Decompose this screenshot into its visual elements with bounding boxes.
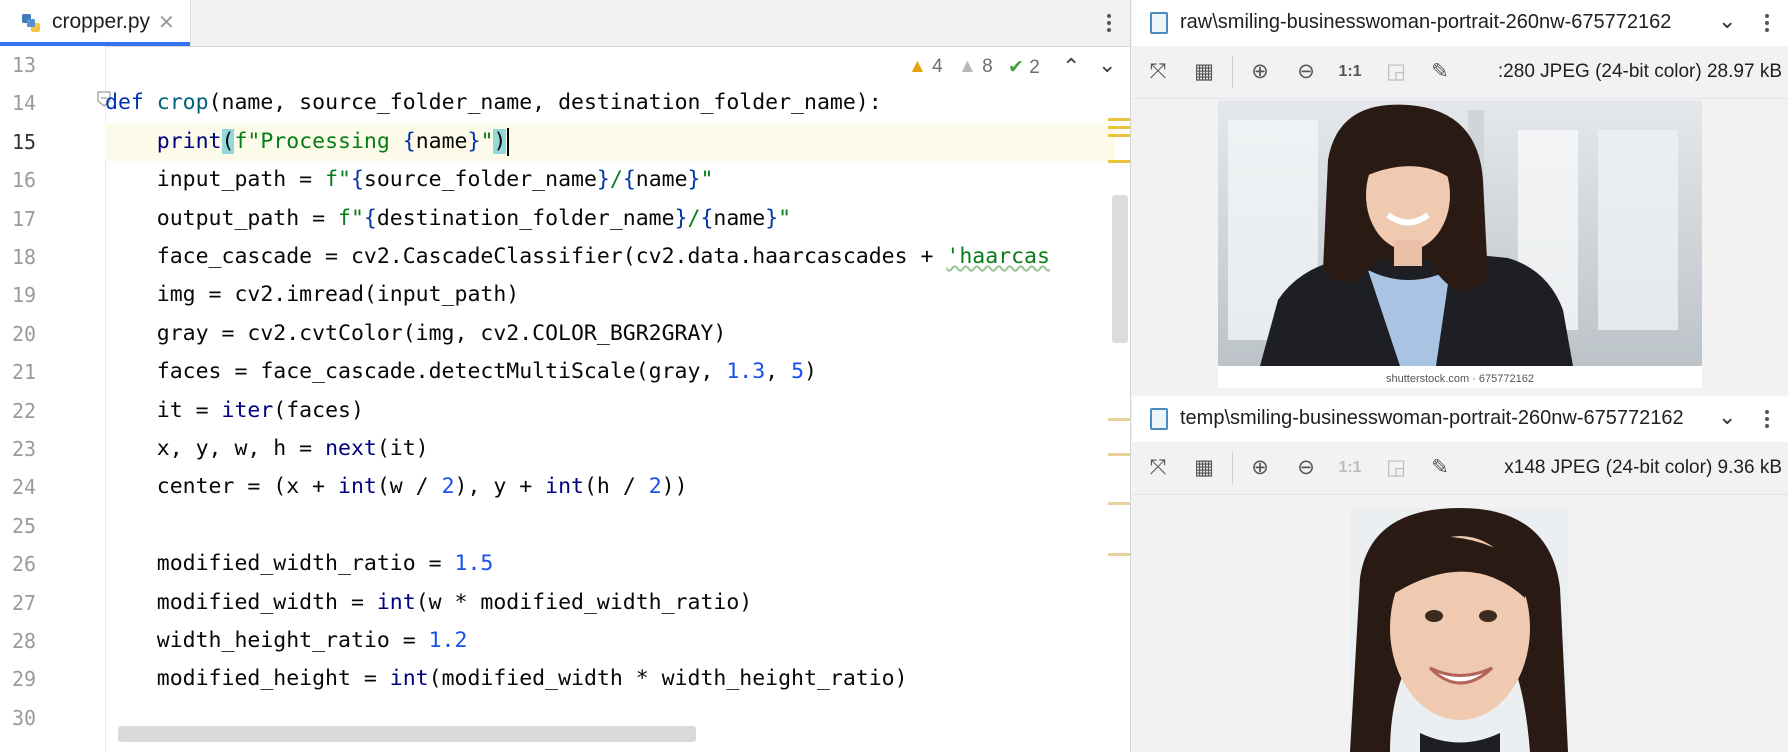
python-file-icon — [22, 14, 40, 32]
line-number: 19 — [12, 283, 37, 308]
error-stripe-mark[interactable] — [1108, 553, 1130, 556]
line-number-gutter: 13 14 15 16 17 18 19 20 21 22 23 24 25 2… — [0, 46, 111, 752]
tab-label: cropper.py — [52, 10, 151, 33]
toolbar-separator — [1232, 452, 1233, 484]
line-number: 21 — [12, 360, 37, 385]
line-number: 28 — [12, 629, 37, 653]
more-actions-icon[interactable] — [1106, 12, 1112, 36]
zoom-in-icon[interactable]: ⊕ — [1248, 60, 1272, 84]
fit-zoom-icon[interactable]: ◲ — [1384, 60, 1408, 84]
image-tab-title: temp\smiling-businesswoman-portrait-260n… — [1180, 407, 1684, 429]
color-picker-icon[interactable]: ✎ — [1428, 456, 1452, 480]
toolbar-separator — [1232, 56, 1233, 88]
line-number: 17 — [12, 206, 37, 231]
error-stripe-mark[interactable] — [1108, 160, 1130, 163]
vertical-scrollbar[interactable] — [1112, 195, 1128, 343]
code-line-16: input_path = f"{source_folder_name}/{nam… — [156, 167, 714, 193]
image-info: :280 JPEG (24-bit color) 28.97 kB — [1497, 61, 1782, 82]
fit-zoom-icon[interactable]: ◲ — [1384, 456, 1408, 480]
code-line-26: modified_width_ratio = 1.5 — [156, 551, 494, 577]
code-line-17: output_path = f"{destination_folder_name… — [156, 205, 792, 231]
cropped-face-photo — [1350, 508, 1568, 752]
line-number: 14 — [12, 91, 37, 116]
code-line-21: faces = face_cascade.detectMultiScale(gr… — [156, 359, 817, 385]
image-preview-temp — [1350, 508, 1568, 752]
image-tab-title: raw\smiling-businesswoman-portrait-260nw… — [1180, 11, 1672, 33]
code-editor[interactable]: cropper.py ✕ ▲ 4 ▲ 8 ✔ 2 ⌃ ⌄ 13 14 15 16… — [0, 0, 1131, 752]
line-number: 30 — [12, 705, 37, 730]
code-area[interactable]: def crop(name, source_folder_name, desti… — [105, 46, 1115, 752]
zoom-out-icon[interactable]: ⊖ — [1294, 60, 1318, 84]
image-toolbar: ⤧ ▦ ⊕ ⊖ 1:1 ◲ ✎ x148 JPEG (24-bit color)… — [1132, 442, 1788, 495]
image-viewer-raw: raw\smiling-businesswoman-portrait-260nw… — [1132, 0, 1788, 394]
line-number: 22 — [12, 398, 37, 423]
close-tab-icon[interactable]: ✕ — [158, 10, 175, 35]
fit-to-window-icon[interactable]: ⤧ — [1146, 60, 1170, 84]
code-line-18: face_cascade = cv2.CascadeClassifier(cv2… — [156, 244, 1050, 269]
code-line-15: print(f"Processing {name}") — [105, 122, 1115, 162]
line-number: 16 — [12, 168, 37, 193]
editor-tab-bar: cropper.py ✕ — [0, 0, 1130, 47]
code-line-23: x, y, w, h = next(it) — [156, 436, 429, 461]
image-tab-raw[interactable]: raw\smiling-businesswoman-portrait-260nw… — [1132, 0, 1788, 47]
line-number: 24 — [12, 475, 37, 500]
image-tab-temp[interactable]: temp\smiling-businesswoman-portrait-260n… — [1132, 396, 1788, 443]
code-line-28: width_height_ratio = 1.2 — [156, 628, 468, 653]
image-viewer-temp: temp\smiling-businesswoman-portrait-260n… — [1132, 396, 1788, 752]
zoom-in-icon[interactable]: ⊕ — [1248, 456, 1272, 480]
line-number: 18 — [12, 245, 37, 269]
grid-icon[interactable]: ▦ — [1192, 60, 1216, 84]
line-number: 26 — [12, 552, 37, 577]
code-line-24: center = (x + int(w / 2), y + int(h / 2)… — [156, 474, 688, 500]
more-actions-icon[interactable] — [1764, 12, 1770, 36]
watermark-text: shutterstock.com · 675772162 — [1386, 373, 1534, 385]
code-line-29: modified_height = int(modified_width * w… — [156, 666, 908, 692]
zoom-out-icon[interactable]: ⊖ — [1294, 456, 1318, 480]
more-actions-icon[interactable] — [1764, 408, 1770, 432]
businesswoman-photo: shutterstock.com · 675772162 — [1218, 100, 1702, 388]
horizontal-scrollbar[interactable] — [118, 726, 696, 742]
line-number: 23 — [12, 437, 37, 461]
line-number: 27 — [12, 590, 37, 615]
error-stripe-mark[interactable] — [1108, 134, 1130, 137]
image-toolbar: ⤧ ▦ ⊕ ⊖ 1:1 ◲ ✎ :280 JPEG (24-bit color)… — [1132, 46, 1788, 99]
fit-to-window-icon[interactable]: ⤧ — [1146, 456, 1170, 480]
error-stripe-mark[interactable] — [1108, 118, 1130, 121]
line-number: 29 — [12, 667, 37, 692]
tab-cropper-py[interactable]: cropper.py ✕ — [0, 0, 191, 46]
error-stripe-mark[interactable] — [1108, 126, 1130, 129]
grid-icon[interactable]: ▦ — [1192, 456, 1216, 480]
error-stripe-mark[interactable] — [1108, 502, 1130, 505]
chevron-down-icon[interactable]: ⌄ — [1718, 404, 1736, 430]
line-number: 13 — [12, 53, 37, 77]
image-file-icon — [1150, 408, 1168, 430]
code-line-20: gray = cv2.cvtColor(img, cv2.COLOR_BGR2G… — [156, 320, 727, 346]
actual-size-button[interactable]: 1:1 — [1338, 60, 1362, 84]
error-stripe-mark[interactable] — [1108, 418, 1130, 421]
actual-size-button[interactable]: 1:1 — [1338, 456, 1362, 480]
code-line-27: modified_width = int(w * modified_width_… — [156, 589, 753, 615]
image-preview-raw: shutterstock.com · 675772162 — [1218, 100, 1702, 388]
image-file-icon — [1150, 12, 1168, 34]
code-line-22: it = iter(faces) — [156, 397, 364, 423]
text-caret — [507, 127, 510, 156]
code-line-19: img = cv2.imread(input_path) — [156, 282, 520, 308]
matched-paren: ) — [493, 128, 507, 154]
matched-paren: ( — [221, 128, 235, 154]
error-stripe-mark[interactable] — [1108, 453, 1130, 456]
line-number: 25 — [12, 513, 37, 538]
code-line-14: def crop(name, source_folder_name, desti… — [105, 90, 882, 116]
line-number: 15 — [12, 129, 37, 154]
image-info: x148 JPEG (24-bit color) 9.36 kB — [1504, 457, 1782, 478]
line-number: 20 — [12, 321, 37, 346]
color-picker-icon[interactable]: ✎ — [1428, 60, 1452, 84]
chevron-down-icon[interactable]: ⌄ — [1718, 8, 1736, 34]
